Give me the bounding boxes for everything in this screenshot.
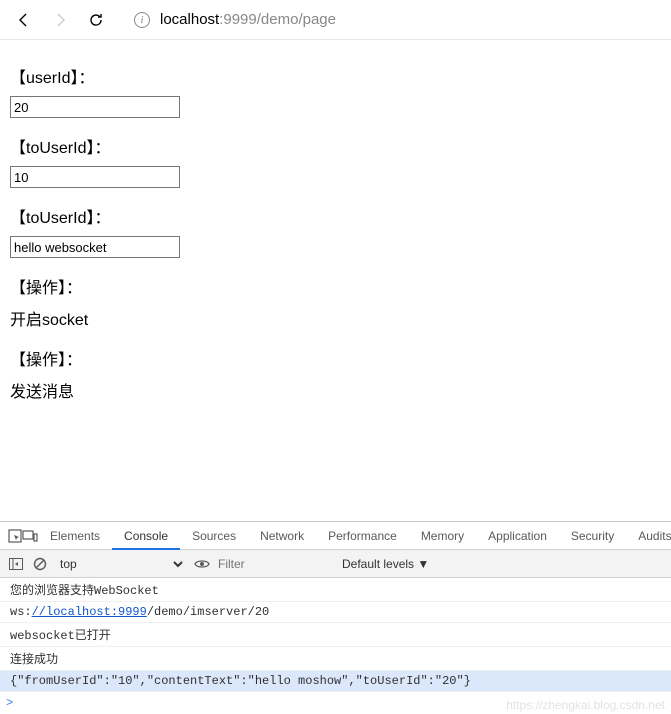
userid-label: 【userId】： [10, 64, 661, 88]
touserid-input[interactable] [10, 166, 180, 188]
page-content: 【userId】： 【toUserId】： 【toUserId】： 【操作】： … [0, 40, 671, 418]
open-socket-button[interactable]: 开启socket [10, 306, 661, 330]
console-prompt[interactable]: > [0, 692, 671, 714]
inspect-icon[interactable] [8, 529, 22, 543]
live-expr-icon[interactable] [194, 556, 210, 572]
tab-performance[interactable]: Performance [316, 522, 409, 550]
console-line: websocket已打开 [0, 623, 671, 647]
device-toggle-icon[interactable] [22, 529, 38, 543]
send-message-button[interactable]: 发送消息 [10, 378, 661, 402]
tab-application[interactable]: Application [476, 522, 559, 550]
tab-sources[interactable]: Sources [180, 522, 248, 550]
url-text: localhost:9999/demo/page [160, 11, 336, 28]
op1-label: 【操作】： [10, 274, 661, 298]
back-icon[interactable] [16, 12, 32, 28]
devtools-tabbar: Elements Console Sources Network Perform… [0, 522, 671, 550]
forward-icon[interactable] [52, 12, 68, 28]
tab-elements[interactable]: Elements [38, 522, 112, 550]
console-link[interactable]: //localhost:9999 [32, 605, 147, 619]
tab-console[interactable]: Console [112, 522, 180, 550]
console-line: 您的浏览器支持WebSocket [0, 578, 671, 602]
sidebar-toggle-icon[interactable] [8, 556, 24, 572]
message-input[interactable] [10, 236, 180, 258]
clear-console-icon[interactable] [32, 556, 48, 572]
tab-security[interactable]: Security [559, 522, 626, 550]
op2-label: 【操作】： [10, 346, 661, 370]
message-label: 【toUserId】： [10, 204, 661, 228]
context-select[interactable]: top [56, 553, 186, 575]
levels-dropdown[interactable]: Default levels ▼ [342, 557, 429, 571]
devtools-panel: Elements Console Sources Network Perform… [0, 521, 671, 714]
tab-memory[interactable]: Memory [409, 522, 476, 550]
touserid-label: 【toUserId】： [10, 134, 661, 158]
info-icon: i [134, 12, 150, 28]
console-output: 您的浏览器支持WebSocket ws://localhost:9999/dem… [0, 578, 671, 692]
console-line: ws://localhost:9999/demo/imserver/20 [0, 602, 671, 623]
refresh-icon[interactable] [88, 12, 104, 28]
filter-input[interactable] [218, 553, 328, 575]
userid-input[interactable] [10, 96, 180, 118]
tab-audits[interactable]: Audits [626, 522, 671, 550]
browser-navbar: i localhost:9999/demo/page [0, 0, 671, 40]
tab-network[interactable]: Network [248, 522, 316, 550]
address-bar[interactable]: i localhost:9999/demo/page [134, 11, 655, 28]
console-line: 连接成功 [0, 647, 671, 671]
console-line: {"fromUserId":"10","contentText":"hello … [0, 671, 671, 692]
console-toolbar: top Default levels ▼ [0, 550, 671, 578]
